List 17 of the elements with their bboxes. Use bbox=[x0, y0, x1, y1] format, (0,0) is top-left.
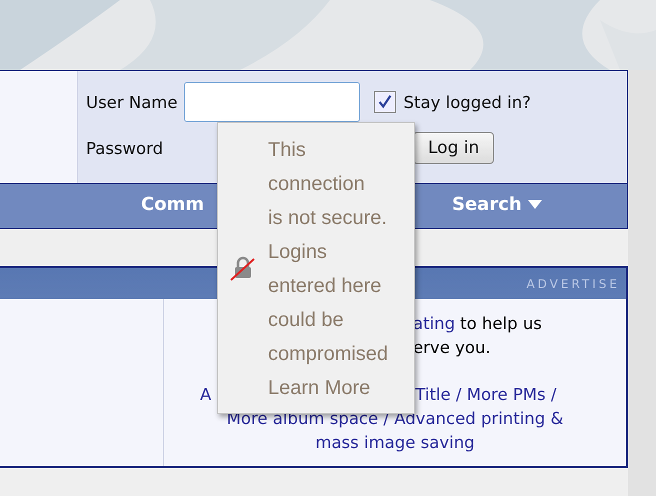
warning-message: This connection is not secure. Logins entered here could be compromised bbox=[268, 138, 388, 367]
ad-header-title: ADVERTISE bbox=[526, 276, 620, 290]
username-label: User Name bbox=[86, 92, 178, 112]
username-field[interactable] bbox=[184, 82, 360, 122]
learn-more-link[interactable]: Learn More bbox=[268, 371, 370, 405]
ad-link[interactable]: ating bbox=[413, 314, 456, 333]
broken-lock-icon bbox=[230, 255, 256, 281]
ad-link[interactable]: mass image saving bbox=[315, 433, 475, 452]
caret-icon bbox=[528, 200, 542, 210]
ad-text: erve you. bbox=[413, 338, 491, 357]
stay-logged-in-checkbox[interactable] bbox=[374, 91, 396, 113]
ad-link[interactable]: Title / More PMs / bbox=[415, 383, 556, 407]
login-button[interactable]: Log in bbox=[413, 132, 494, 164]
ad-text: to help us bbox=[460, 314, 542, 333]
ad-link[interactable]: A bbox=[200, 383, 212, 407]
stay-logged-in-label: Stay logged in? bbox=[404, 92, 531, 112]
password-label: Password bbox=[86, 138, 164, 158]
